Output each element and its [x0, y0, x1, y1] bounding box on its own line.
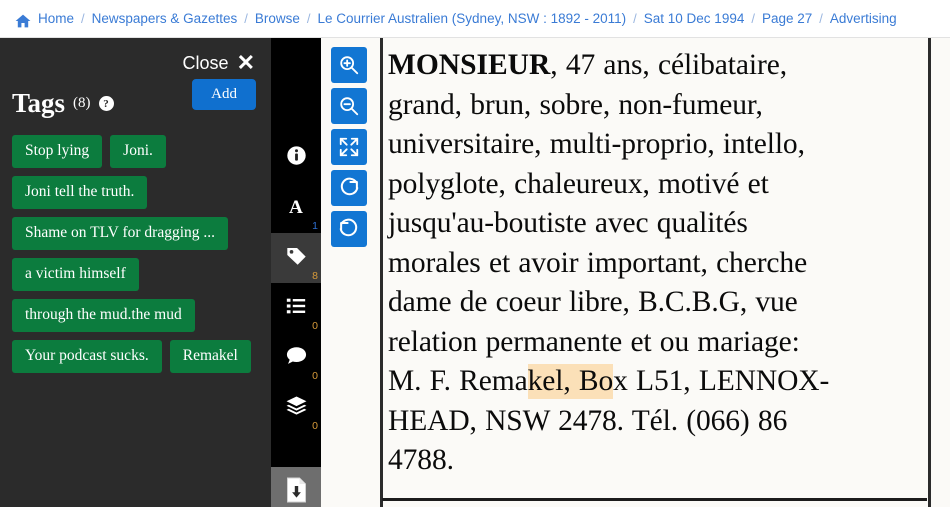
- breadcrumb-item-newspapers-gazettes[interactable]: Newspapers & Gazettes: [92, 11, 238, 26]
- tag-chip[interactable]: through the mud.the mud: [12, 299, 195, 332]
- rail-item-layers[interactable]: 0: [271, 383, 321, 433]
- zoom-out-button[interactable]: [331, 88, 367, 124]
- column-rule-left: [380, 38, 383, 507]
- svg-text:A: A: [289, 196, 303, 216]
- ad-line-9-pre: M. F. Rema: [388, 365, 528, 397]
- ad-line-5: jusqu'au-boutiste avec qualités: [388, 207, 748, 239]
- home-icon[interactable]: [15, 14, 31, 28]
- viewer-tool-rail: A 1 8 0 0 0: [271, 38, 321, 507]
- newspaper-article-column: MONSIEUR, 47 ans, célibataire, grand, br…: [316, 38, 950, 507]
- rotate-left-button[interactable]: [331, 211, 367, 247]
- close-panel-button[interactable]: Close ✕: [0, 38, 271, 74]
- advertisement-text: MONSIEUR, 47 ans, célibataire, grand, br…: [388, 46, 918, 481]
- rail-spacer: [271, 38, 321, 133]
- ad-line-6: morales et avoir important, cherche: [388, 246, 808, 279]
- tags-panel: Close ✕ Tags (8) ? Add Stop lying Joni. …: [0, 38, 271, 507]
- breadcrumb-item-category[interactable]: Advertising: [830, 11, 897, 26]
- rotate-right-button[interactable]: [331, 170, 367, 206]
- breadcrumb: Home / Newspapers & Gazettes / Browse / …: [0, 0, 950, 38]
- breadcrumb-item-title[interactable]: Le Courrier Australien (Sydney, NSW : 18…: [317, 11, 626, 26]
- tag-chip[interactable]: Joni.: [110, 135, 166, 168]
- tag-chip[interactable]: Your podcast sucks.: [12, 340, 162, 373]
- rail-item-comments[interactable]: 0: [271, 333, 321, 383]
- rail-item-download[interactable]: [271, 467, 321, 507]
- tags-panel-title: Tags: [12, 88, 66, 118]
- ad-line-2: grand, brun, sobre, non-fumeur,: [388, 88, 763, 121]
- tag-list: Stop lying Joni. Joni tell the truth. Sh…: [0, 119, 262, 373]
- tag-chip[interactable]: Remakel: [169, 340, 251, 373]
- close-panel-label: Close: [182, 52, 229, 73]
- tag-chip[interactable]: Shame on TLV for dragging ...: [12, 217, 229, 250]
- tags-count: (8): [73, 95, 91, 111]
- tag-chip[interactable]: a victim himself: [12, 258, 139, 291]
- ad-line-1: , 47 ans, célibataire,: [550, 49, 787, 81]
- download-icon: [285, 477, 308, 507]
- rail-item-text[interactable]: A 1: [271, 183, 321, 233]
- comment-icon: [285, 344, 308, 372]
- tag-chip[interactable]: Joni tell the truth.: [12, 176, 148, 209]
- column-rule-right: [928, 38, 931, 507]
- tag-chip[interactable]: Stop lying: [12, 135, 103, 168]
- rail-item-info[interactable]: [271, 133, 321, 183]
- newspaper-page-image[interactable]: MONSIEUR, 47 ans, célibataire, grand, br…: [316, 38, 950, 507]
- text-highlight[interactable]: kel, Bo: [527, 364, 613, 399]
- ad-line-9-post: x L51, LENNOX-: [613, 365, 830, 397]
- tag-icon: [285, 244, 308, 272]
- breadcrumb-separator: /: [751, 11, 755, 26]
- ad-line-3: universitaire, multi-proprio, intello,: [388, 128, 805, 160]
- fit-expand-button[interactable]: [331, 129, 367, 165]
- ad-line-4: polyglote, chaleureux, motivé et: [388, 167, 769, 200]
- help-circle-icon[interactable]: ?: [98, 96, 114, 111]
- breadcrumb-separator: /: [819, 11, 823, 26]
- ad-line-11: 4788.: [388, 444, 454, 476]
- article-bottom-rule: [382, 498, 927, 501]
- breadcrumb-separator: /: [244, 11, 248, 26]
- viewer-controls: [331, 47, 367, 247]
- breadcrumb-item-browse[interactable]: Browse: [255, 11, 300, 26]
- breadcrumb-item-home[interactable]: Home: [38, 11, 74, 26]
- tags-panel-header: Tags (8) ? Add: [0, 74, 271, 119]
- layers-icon: [285, 394, 308, 422]
- text-a-icon: A: [285, 195, 307, 222]
- breadcrumb-separator: /: [81, 11, 85, 26]
- add-tag-button[interactable]: Add: [192, 79, 256, 110]
- breadcrumb-separator: /: [633, 11, 637, 26]
- breadcrumb-item-page[interactable]: Page 27: [762, 11, 812, 26]
- rotate-left-icon: [338, 218, 360, 240]
- ad-line-10: HEAD, NSW 2478. Tél. (066) 86: [388, 404, 788, 437]
- rotate-right-icon: [338, 177, 360, 199]
- rail-item-tags[interactable]: 8: [271, 233, 321, 283]
- fit-expand-icon: [338, 136, 360, 158]
- breadcrumb-separator: /: [306, 11, 311, 26]
- rail-badge-layers: 0: [312, 420, 318, 432]
- info-icon: [286, 145, 307, 171]
- rail-badge-tags: 8: [312, 270, 318, 282]
- page-root: Home / Newspapers & Gazettes / Browse / …: [0, 0, 950, 507]
- list-icon: [285, 295, 307, 322]
- rail-item-list[interactable]: 0: [271, 283, 321, 333]
- ad-line-7: dame de coeur libre, B.C.B.G, vue: [388, 286, 798, 318]
- ad-lead-word: MONSIEUR: [388, 49, 551, 81]
- zoom-in-button[interactable]: [331, 47, 367, 83]
- close-x-icon: ✕: [236, 50, 255, 75]
- zoom-in-icon: [338, 54, 360, 76]
- rail-badge-comments: 0: [312, 370, 318, 382]
- rail-badge-text: 1: [312, 220, 318, 232]
- zoom-out-icon: [338, 95, 360, 117]
- ad-line-8: relation permanente et ou mariage:: [388, 325, 800, 358]
- viewer-workarea: ant rio, aler tet, 49 88. MONSIEUR, 47 a…: [0, 38, 950, 507]
- rail-badge-list: 0: [312, 320, 318, 332]
- breadcrumb-item-issue-date[interactable]: Sat 10 Dec 1994: [644, 11, 745, 26]
